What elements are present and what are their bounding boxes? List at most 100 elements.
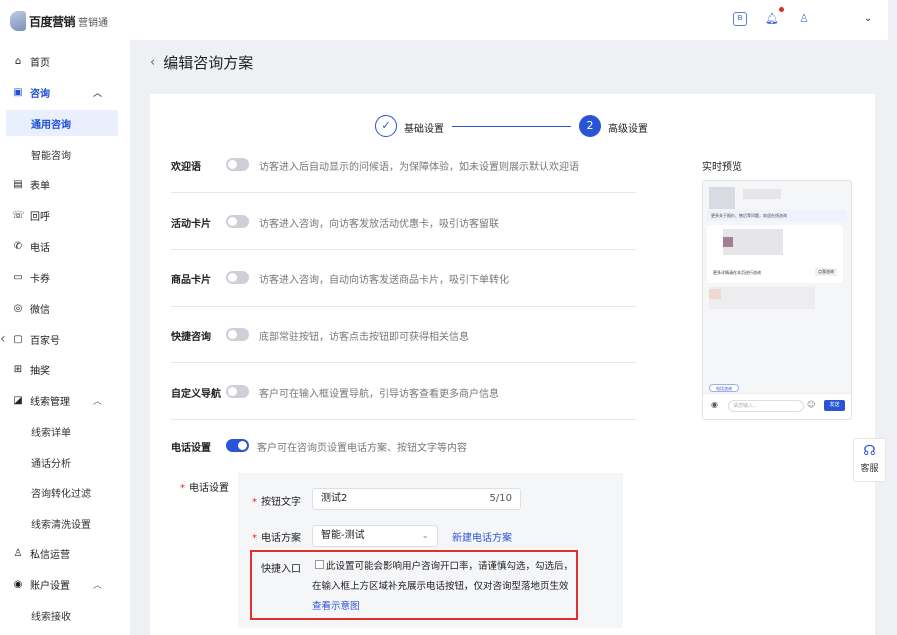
sidebar-item-wechat[interactable]: ◎ 微信 <box>0 295 130 321</box>
chat-box-icon: ▣ <box>13 86 23 98</box>
view-diagram-link[interactable]: 查看示意图 <box>312 601 360 612</box>
setting-quick-consult-label: 快捷咨询 <box>171 332 211 343</box>
setting-product-card-label: 商品卡片 <box>171 275 211 286</box>
step-2-label[interactable]: 高级设置 <box>608 120 648 135</box>
setting-welcome-desc: 访客进入后自动显示的问候语，为保障体验，如未设置则展示默认欢迎语 <box>259 162 579 173</box>
setting-quick-consult-toggle[interactable] <box>226 328 249 341</box>
setting-activity-card-toggle[interactable] <box>226 215 249 228</box>
quick-entry-checkbox[interactable] <box>315 560 324 569</box>
preview-avatar <box>709 187 735 209</box>
preview-blur <box>709 289 721 299</box>
quick-entry-label: 快捷入口 <box>261 564 301 575</box>
chevron-down-icon: ⌄ <box>421 531 429 541</box>
customer-service-button[interactable]: ☊ 客服 <box>853 438 886 482</box>
form-icon: ▤ <box>13 178 23 190</box>
setting-product-card-desc: 访客进入咨询，自动向访客发送商品卡片，吸引下单转化 <box>259 275 509 286</box>
setting-custom-nav-desc: 客户可在输入框设置导航，引导访客查看更多商户信息 <box>259 389 499 400</box>
sidebar-item-form[interactable]: ▤ 表单 <box>0 171 130 197</box>
preview-chat-input: 请您输入... <box>728 400 804 412</box>
chevron-up-icon: ︿ <box>92 396 102 407</box>
callback-icon: ☏ <box>12 209 25 221</box>
setting-quick-consult-desc: 底部常驻按钮，访客点击按钮即可获得相关信息 <box>259 332 469 343</box>
back-icon[interactable]: ‹ <box>150 55 155 70</box>
preview-emoji-icon: ☺ <box>807 400 816 409</box>
sidebar-item-lead-receive[interactable]: 线索接收 <box>0 602 130 628</box>
preview-card-button: 点我咨询 <box>815 268 837 276</box>
chevron-up-icon: ︿ <box>92 580 102 591</box>
sidebar-item-lead-cleaning[interactable]: 线索清洗设置 <box>0 510 130 536</box>
preview-banner: 更多关于报价、售后等问题，欢迎在线咨询 <box>707 210 847 221</box>
sidebar-item-call-analysis[interactable]: 通话分析 <box>0 449 130 475</box>
divider <box>171 306 636 307</box>
user-icon[interactable]: ♙ <box>797 12 811 26</box>
message-ops-icon: ♙ <box>13 547 23 559</box>
notification-dot <box>779 7 784 12</box>
divider <box>171 192 636 193</box>
sidebar-item-general-consult[interactable]: 通用咨询 <box>6 110 118 136</box>
sidebar-item-home[interactable]: ⌂ 首页 <box>0 48 130 74</box>
step-2-number[interactable]: 2 <box>579 115 601 137</box>
setting-phone-desc: 客户可在咨询页设置电话方案、按钮文字等内容 <box>257 443 467 454</box>
preview-voice-icon: ◉ <box>711 400 718 409</box>
wechat-icon: ◎ <box>13 302 23 314</box>
sidebar-item-baijiahao[interactable]: ▢ 百家号 <box>0 326 130 352</box>
brand-logo[interactable]: 百度营销 营销通 <box>10 10 108 32</box>
sidebar-item-phone[interactable]: ✆ 电话 <box>0 233 130 259</box>
setting-welcome-label: 欢迎语 <box>171 162 201 173</box>
setting-custom-nav-toggle[interactable] <box>226 385 249 398</box>
step-1-check-icon[interactable]: ✓ <box>375 115 397 137</box>
brand-sub: 营销通 <box>78 17 109 29</box>
bell-icon[interactable]: 🔔︎ <box>765 12 779 26</box>
brand-name: 百度营销 <box>29 14 76 29</box>
setting-phone-label: 电话设置 <box>171 443 211 454</box>
preview-blur <box>723 237 733 247</box>
required-mark: * <box>180 483 185 494</box>
collapse-sidebar-icon[interactable]: ‹ <box>0 331 6 347</box>
page-title: ‹ 编辑咨询方案 <box>150 54 254 72</box>
sidebar-item-consult[interactable]: ▣ 咨询 ︿ <box>0 79 130 105</box>
step-connector <box>452 126 571 127</box>
sidebar-item-account-settings[interactable]: ◉ 账户设置 ︿ <box>0 571 130 597</box>
divider <box>171 362 636 363</box>
preview-title: 实时预览 <box>702 162 742 173</box>
phone-icon: ✆ <box>13 240 23 252</box>
setting-product-card-toggle[interactable] <box>226 271 249 284</box>
brand-logo-mark <box>10 11 26 31</box>
setting-activity-card-desc: 访客进入咨询，向访客发放活动优惠卡，吸引访客留联 <box>259 219 499 230</box>
divider <box>171 249 636 250</box>
step-1-label[interactable]: 基础设置 <box>404 120 444 135</box>
required-mark: * <box>252 497 257 508</box>
sidebar-item-leads[interactable]: ◪ 线索管理 ︿ <box>0 387 130 413</box>
headset-icon: ☊ <box>863 443 876 459</box>
document-icon[interactable]: B <box>733 12 747 26</box>
divider <box>171 419 636 420</box>
preview-blur <box>709 287 815 309</box>
sidebar-item-callback[interactable]: ☏ 回呼 <box>0 202 130 228</box>
required-mark: * <box>252 533 257 544</box>
chevron-up-icon: ︿ <box>92 88 102 99</box>
preview-card-hint: 更多详情请在本页进行咨询 <box>713 270 761 275</box>
preview-phone-chip: 电话咨询 <box>709 384 739 392</box>
coupon-icon: ▭ <box>13 271 23 283</box>
sidebar-item-coupon[interactable]: ▭ 卡券 <box>0 264 130 290</box>
sidebar-item-smart-consult[interactable]: 智能咨询 <box>0 141 130 167</box>
sidebar-item-conversion-filter[interactable]: 咨询转化过滤 <box>0 479 130 505</box>
live-preview: 更多关于报价、售后等问题，欢迎在线咨询 更多详情请在本页进行咨询 点我咨询 电话… <box>702 180 852 420</box>
setting-phone-toggle[interactable] <box>226 439 249 452</box>
phone-plan-select[interactable]: 智能-测试 ⌄ <box>312 525 438 547</box>
sidebar-item-lottery[interactable]: ⊞ 抽奖 <box>0 356 130 382</box>
preview-blur <box>743 189 781 199</box>
baijiahao-icon: ▢ <box>13 333 23 345</box>
new-phone-plan-link[interactable]: 新建电话方案 <box>452 529 512 544</box>
phone-config-label: * 电话设置 <box>180 483 229 494</box>
setting-welcome-toggle[interactable] <box>226 158 249 171</box>
quick-entry-text: 此设置可能会影响用户咨询开口率，请谨慎勾选，勾选后，在输入框上方区域补充展示电话… <box>312 561 574 612</box>
chart-icon: ◪ <box>13 394 23 406</box>
setting-custom-nav-label: 自定义导航 <box>171 389 221 400</box>
button-text-input[interactable]: 测试2 5/10 <box>312 488 521 510</box>
sidebar-item-private-message[interactable]: ♙ 私信运营 <box>0 540 130 566</box>
chevron-down-icon[interactable]: ⌄ <box>864 13 872 24</box>
sidebar-item-lead-details[interactable]: 线索详单 <box>0 418 130 444</box>
home-icon: ⌂ <box>14 55 22 67</box>
sidebar: 百度营销 营销通 ⌂ 首页 ▣ 咨询 ︿ 通用咨询 智能咨询 ▤ 表单 ☏ 回呼 ✆ 电话… <box>0 0 130 635</box>
